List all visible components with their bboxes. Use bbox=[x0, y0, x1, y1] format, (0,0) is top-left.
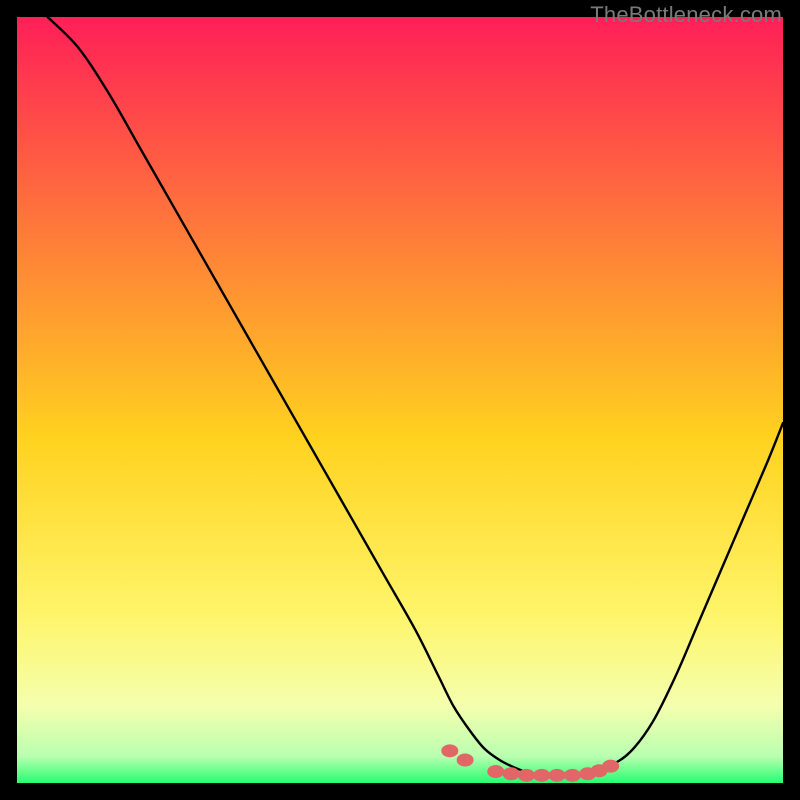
highlight-dot bbox=[602, 760, 619, 773]
bottleneck-chart bbox=[17, 17, 783, 783]
highlight-dot bbox=[564, 769, 581, 782]
highlight-dot bbox=[457, 754, 474, 767]
highlight-dot bbox=[549, 769, 566, 782]
watermark-text: TheBottleneck.com bbox=[590, 2, 782, 28]
highlight-dot bbox=[518, 769, 535, 782]
highlight-dot bbox=[533, 769, 550, 782]
chart-frame bbox=[17, 17, 783, 783]
highlight-dot bbox=[503, 767, 520, 780]
highlight-dot bbox=[441, 744, 458, 757]
highlight-dot bbox=[487, 765, 504, 778]
